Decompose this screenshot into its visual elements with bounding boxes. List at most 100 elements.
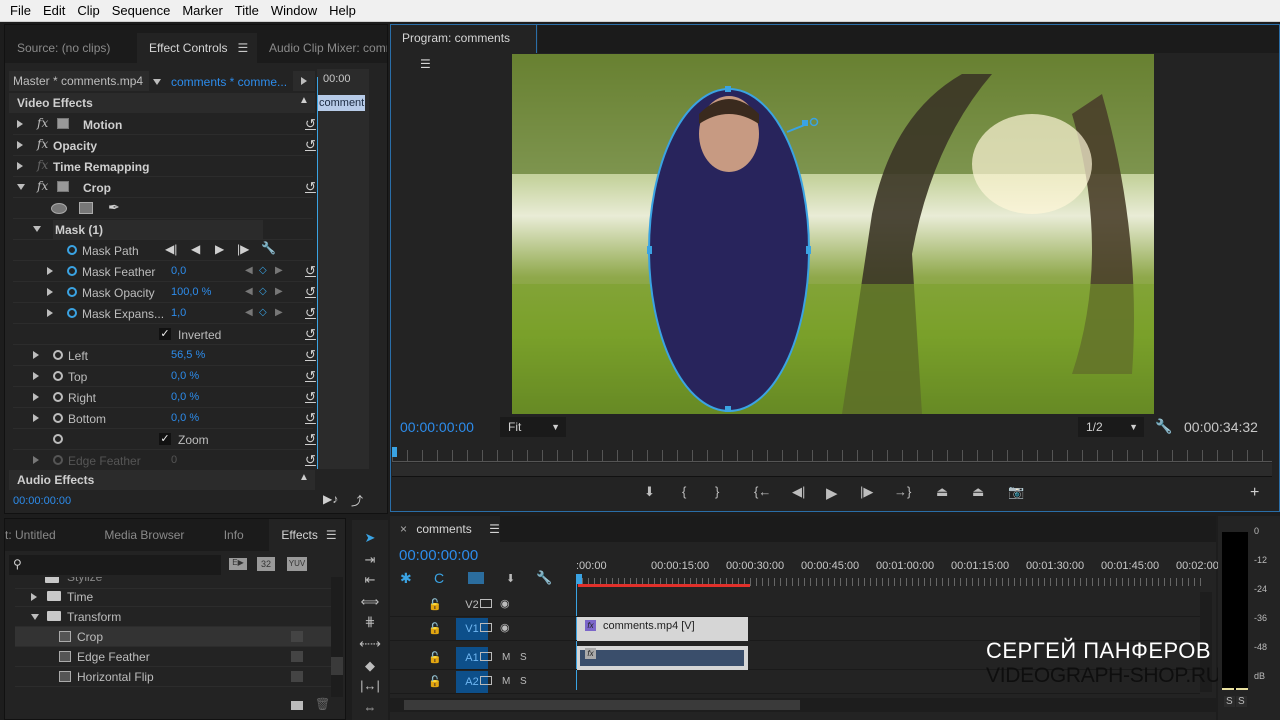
ripple-edit-tool-icon[interactable]: ⟺ <box>352 594 388 610</box>
prev-keyframe-icon[interactable]: ◀ <box>245 307 253 318</box>
expand-icon[interactable] <box>47 267 53 275</box>
collapse-up-icon[interactable]: ▲ <box>299 95 309 106</box>
expand-icon[interactable] <box>33 456 39 464</box>
reset-icon[interactable]: ↺ <box>305 179 316 195</box>
effects-folder-time[interactable]: Time <box>15 587 331 607</box>
stopwatch-icon[interactable] <box>53 350 63 360</box>
clip-video-comments[interactable]: fx comments.mp4 [V] <box>577 617 748 641</box>
tab-effects[interactable]: Effects ☰ <box>269 519 345 551</box>
mark-out-button[interactable]: } <box>715 484 719 499</box>
track-forward-all-button[interactable]: |▶ <box>237 242 249 256</box>
expand-icon[interactable] <box>17 120 23 128</box>
go-to-out-button[interactable]: →} <box>894 484 911 499</box>
effect-item-horizontal-flip[interactable]: Horizontal Flip <box>15 667 331 687</box>
effects-folder-transform[interactable]: Transform <box>15 607 331 627</box>
prev-keyframe-icon[interactable]: ◀ <box>245 286 253 297</box>
menu-file[interactable]: File <box>4 0 37 22</box>
menu-help[interactable]: Help <box>323 0 362 22</box>
prop-value[interactable]: 0,0 % <box>171 391 199 403</box>
sequence-clip-link[interactable]: comments * comme... <box>171 75 287 89</box>
work-area-bar[interactable] <box>578 584 750 587</box>
track-select-forward-tool-icon[interactable]: ⇥ <box>352 552 388 568</box>
lock-icon[interactable]: 🔓 <box>428 622 442 635</box>
expand-icon[interactable] <box>47 309 53 317</box>
linked-selection-icon[interactable] <box>468 572 484 584</box>
prop-value[interactable]: 0 <box>171 454 177 466</box>
tab-source[interactable]: Source: (no clips) <box>5 33 137 63</box>
panel-menu-icon[interactable]: ☰ <box>326 528 337 542</box>
reset-icon[interactable]: ↺ <box>305 284 316 300</box>
reset-icon[interactable]: ↺ <box>305 347 316 363</box>
timeline-tab[interactable]: × comments ☰ <box>390 516 500 542</box>
panel-menu-icon[interactable]: ☰ <box>489 522 500 536</box>
expand-icon[interactable] <box>17 141 23 149</box>
menu-title[interactable]: Title <box>229 0 265 22</box>
next-keyframe-icon[interactable]: ▶ <box>275 286 283 297</box>
menu-window[interactable]: Window <box>265 0 323 22</box>
mask-header-row[interactable]: Mask (1) <box>13 219 313 240</box>
expand-icon[interactable] <box>33 351 39 359</box>
prop-value[interactable]: 0,0 % <box>171 370 199 382</box>
next-keyframe-icon[interactable]: ▶ <box>275 307 283 318</box>
timeline-horizontal-scrollbar[interactable] <box>390 698 1216 712</box>
mask-handle[interactable] <box>725 86 731 92</box>
effect-row-time-remapping[interactable]: fx Time Remapping <box>13 156 313 177</box>
go-to-in-button[interactable]: {← <box>754 484 771 499</box>
reset-icon[interactable]: ↺ <box>305 452 316 468</box>
extract-button[interactable]: ⏏ <box>972 484 984 500</box>
fx-toggle-icon[interactable]: fx <box>37 116 48 130</box>
reset-icon[interactable]: ↺ <box>305 326 316 342</box>
sync-lock-icon[interactable] <box>480 599 492 608</box>
panel-menu-icon[interactable]: ☰ <box>237 41 248 55</box>
zoom-level-select[interactable]: Fit ▼ <box>500 417 566 437</box>
expand-icon[interactable] <box>33 393 39 401</box>
master-clip-selector[interactable]: Master * comments.mp4 <box>9 71 149 91</box>
add-keyframe-icon[interactable]: ◇ <box>259 286 267 297</box>
lock-icon[interactable]: 🔓 <box>428 675 442 688</box>
program-tab[interactable]: Program: comments ☰ <box>391 25 537 71</box>
fx-toggle-icon[interactable]: fx <box>37 179 48 193</box>
sync-lock-icon[interactable] <box>480 676 492 685</box>
add-keyframe-icon[interactable]: ◇ <box>259 265 267 276</box>
slip-tool-icon[interactable]: |↔| <box>352 678 388 693</box>
mask-feather-handle[interactable] <box>802 120 808 126</box>
stopwatch-icon[interactable] <box>53 371 63 381</box>
stopwatch-icon[interactable] <box>53 392 63 402</box>
effect-row-motion[interactable]: fx Motion ↺ <box>13 114 316 135</box>
yuv-effects-filter[interactable]: YUV <box>287 557 307 571</box>
stopwatch-icon[interactable] <box>67 266 77 276</box>
tab-media-browser[interactable]: Media Browser <box>92 519 203 551</box>
eye-icon[interactable]: ◉ <box>500 597 510 610</box>
tab-effect-controls[interactable]: Effect Controls ☰ <box>137 33 257 63</box>
eye-icon[interactable]: ◉ <box>500 621 510 634</box>
reset-icon[interactable]: ↺ <box>305 389 316 405</box>
track-backward-button[interactable]: ◀ <box>191 242 200 256</box>
timeline-timecode[interactable]: 00:00:00:00 <box>399 547 478 564</box>
close-icon[interactable]: × <box>400 522 407 536</box>
prev-keyframe-icon[interactable]: ◀ <box>245 265 253 276</box>
effect-item-crop[interactable]: Crop <box>15 627 331 647</box>
reset-icon[interactable]: ↺ <box>305 368 316 384</box>
sync-lock-icon[interactable] <box>480 623 492 632</box>
tab-audio-clip-mixer[interactable]: Audio Clip Mixer: comm <box>257 33 387 63</box>
reset-icon[interactable]: ↺ <box>305 116 316 132</box>
resolution-select[interactable]: 1/2 ▼ <box>1078 417 1144 437</box>
lock-icon[interactable]: 🔓 <box>428 651 442 664</box>
sync-lock-icon[interactable] <box>480 652 492 661</box>
new-bin-icon[interactable] <box>291 701 303 710</box>
stopwatch-icon[interactable] <box>53 413 63 423</box>
effect-item-edge-feather[interactable]: Edge Feather <box>15 647 331 667</box>
32bit-effects-filter[interactable]: 32 <box>257 557 275 571</box>
stopwatch-icon[interactable] <box>67 245 77 255</box>
play-audio-icon[interactable]: ▶♪ <box>323 492 338 506</box>
expand-icon[interactable] <box>47 288 53 296</box>
mini-clip[interactable]: comment <box>317 95 365 111</box>
menu-marker[interactable]: Marker <box>176 0 228 22</box>
effect-row-crop[interactable]: fx Crop ↺ <box>13 177 316 198</box>
track-select-backward-tool-icon[interactable]: ⇤ <box>352 572 388 588</box>
prop-value[interactable]: 0,0 <box>171 265 186 277</box>
collapse-icon[interactable] <box>31 614 39 620</box>
transform-icon[interactable] <box>57 118 69 129</box>
program-time-ruler[interactable] <box>392 450 1272 462</box>
expand-icon[interactable] <box>33 372 39 380</box>
